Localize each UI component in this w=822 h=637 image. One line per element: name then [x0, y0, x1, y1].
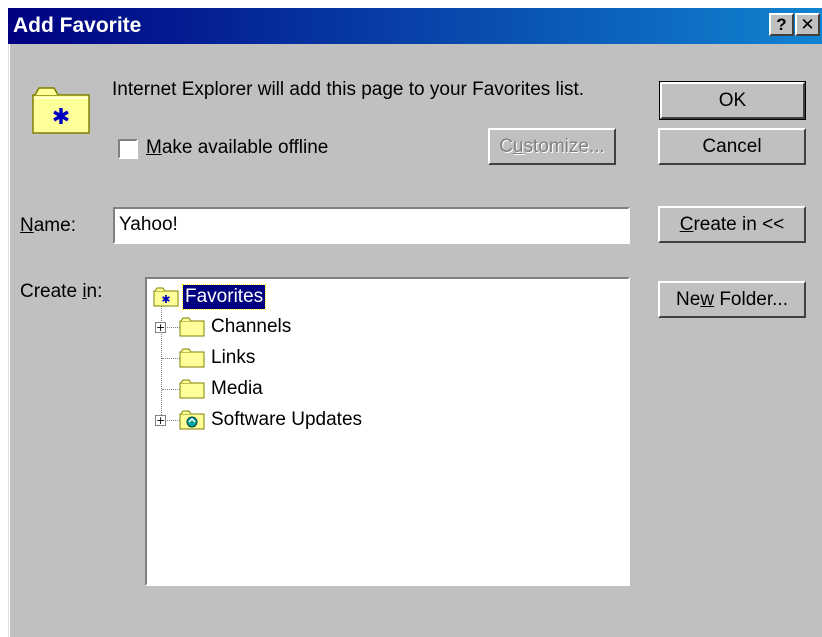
mnemonic-c: C [679, 214, 694, 235]
software-updates-folder-icon [179, 410, 205, 430]
create-in-button[interactable]: Create in << [658, 206, 806, 243]
svg-text:✱: ✱ [52, 105, 70, 130]
label-text: ame: [33, 215, 76, 236]
name-input[interactable]: Yahoo! [113, 207, 630, 244]
label-part: n: [86, 281, 103, 302]
tree-connector [162, 358, 180, 359]
dialog-title: Add Favorite [13, 14, 142, 37]
folder-icon [179, 348, 205, 368]
info-message: Internet Explorer will add this page to … [112, 79, 585, 100]
mnemonic-n: N [20, 215, 34, 236]
new-folder-button[interactable]: New Folder... [658, 281, 806, 318]
tree-item-channels[interactable]: Channels [211, 315, 291, 339]
make-available-offline-label[interactable]: Make available offline [146, 136, 328, 160]
label-part: stomize... [523, 136, 605, 157]
mnemonic-m: M [146, 137, 162, 158]
customize-button[interactable]: Customize... [488, 128, 616, 165]
folder-icon [179, 317, 205, 337]
folder-icon [179, 379, 205, 399]
expand-software-updates-toggle[interactable]: + [155, 415, 166, 426]
help-button[interactable]: ? [769, 13, 794, 36]
close-button[interactable]: ✕ [795, 13, 820, 36]
tree-item-software-updates[interactable]: Software Updates [211, 408, 362, 432]
ok-button[interactable]: OK [659, 81, 806, 120]
cancel-button[interactable]: Cancel [658, 128, 806, 165]
name-label: Name: [20, 214, 76, 238]
expand-channels-toggle[interactable]: + [155, 322, 166, 333]
favorites-folder-icon: ✱ [32, 87, 90, 134]
tree-connector [162, 389, 180, 390]
label-part: C [499, 136, 513, 157]
make-available-offline-checkbox[interactable] [118, 139, 138, 159]
label-part: Folder... [714, 289, 788, 310]
create-in-label: Create in: [20, 280, 102, 304]
label-part: reate in << [693, 214, 785, 235]
tree-item-links[interactable]: Links [211, 346, 255, 370]
add-favorite-dialog: Add Favorite ? ✕ ✱ Internet Explorer wil… [8, 8, 822, 637]
mnemonic-w: w [700, 289, 715, 310]
tree-item-media[interactable]: Media [211, 377, 263, 401]
title-bar[interactable]: Add Favorite ? ✕ [8, 8, 822, 44]
label-part: Ne [676, 289, 701, 310]
folder-tree[interactable]: ✱ Favorites + Channels Links Media + Sof… [145, 277, 630, 586]
favorites-folder-icon: ✱ [153, 287, 179, 307]
svg-text:✱: ✱ [161, 293, 170, 306]
label-part: Create [20, 281, 83, 302]
mnemonic-u: u [512, 136, 524, 157]
label-text: ake available offline [161, 137, 329, 158]
tree-item-favorites[interactable]: Favorites [181, 284, 267, 310]
